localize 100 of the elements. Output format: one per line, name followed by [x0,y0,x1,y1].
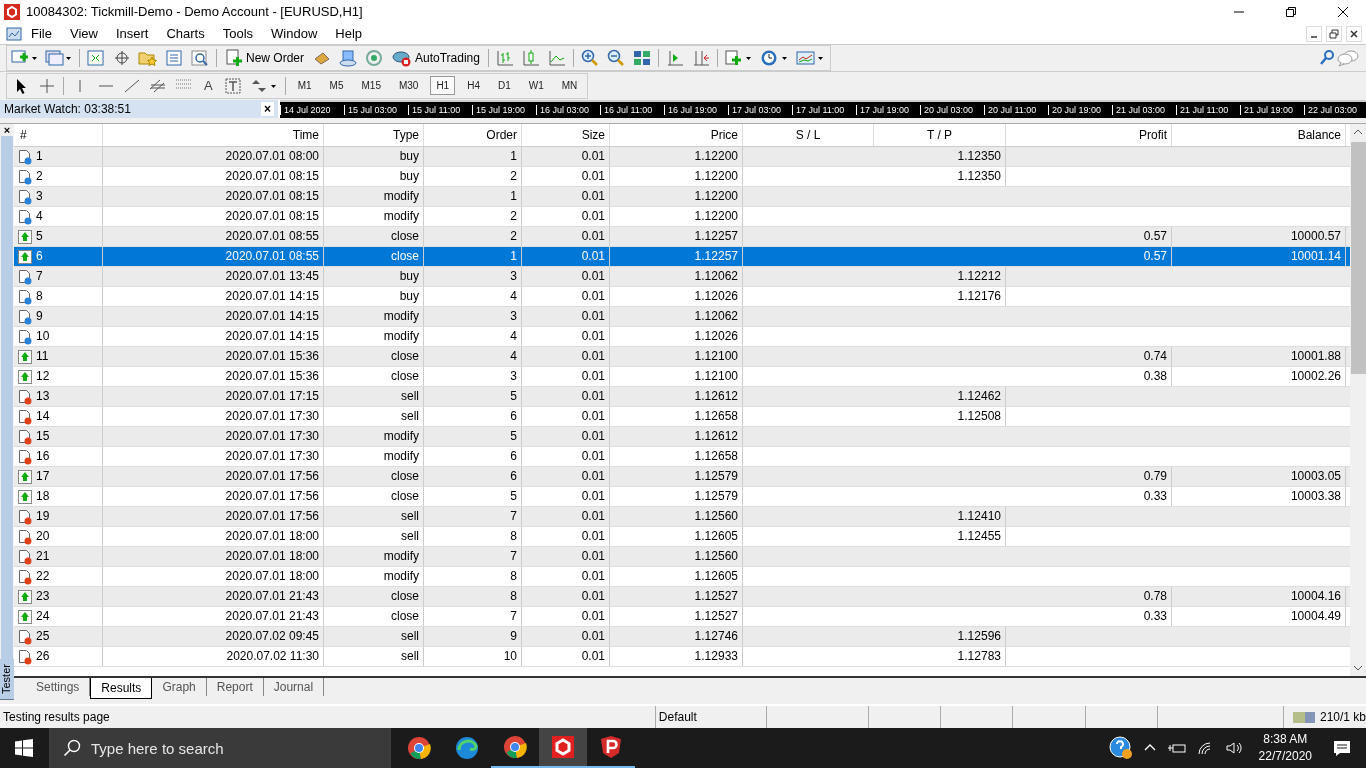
edge-browser-icon[interactable] [455,736,479,760]
table-row[interactable]: 23 2020.07.01 21:43 close 8 0.01 1.12527 0.78 10004.16 [14,587,1350,607]
table-cell-text: 13 [36,388,50,405]
column-header[interactable]: Size [522,124,610,146]
tab[interactable]: Results [90,678,153,699]
tab[interactable]: Report [206,678,264,696]
battery-plug-icon[interactable] [1166,741,1187,755]
table-cell: close [324,227,424,246]
table-row[interactable]: 3 2020.07.01 08:15 modify 1 0.01 1.12200 [14,187,1350,207]
column-header[interactable]: S / L [743,124,874,146]
timeframe-button[interactable]: M5 [323,76,350,95]
auto-trading-button[interactable]: AutoTrading [390,49,482,67]
server-icon[interactable] [338,49,358,67]
table-cell: 0.01 [522,567,610,586]
clock-date[interactable]: 22/7/2020 [1258,748,1312,765]
table-row[interactable]: 17 2020.07.01 17:56 close 6 0.01 1.12579 0.79 10003.05 [14,467,1350,487]
minimize-icon[interactable] [1306,25,1322,42]
menu-item[interactable]: View [60,26,107,41]
text-tool[interactable]: A [200,78,217,93]
table-cell-text: 1 [36,148,43,165]
table-cell: 1.12658 [610,447,743,466]
column-header[interactable]: Order [424,124,522,146]
timeframe-button[interactable]: H1 [430,76,456,95]
timeframe-button[interactable]: D1 [492,76,517,95]
indicators-icon[interactable] [723,49,754,67]
table-row[interactable]: 19 2020.07.01 17:56 sell 7 0.01 1.12560 1.12410 [14,507,1350,527]
table-cell-text: 24 [36,608,50,625]
folder-star-icon[interactable] [138,49,158,67]
table-row[interactable]: 26 2020.07.02 11:30 sell 10 0.01 1.12933 1.12783 [14,647,1350,667]
table-row[interactable]: 25 2020.07.02 09:45 sell 9 0.01 1.12746 1.12596 [14,627,1350,647]
windows-start-icon[interactable] [15,739,33,757]
table-row[interactable]: 6 2020.07.01 08:55 close 1 0.01 1.12257 0.57 10001.14 [14,247,1350,267]
tab[interactable]: Graph [152,678,207,696]
help-icon[interactable] [1108,736,1133,760]
menu-item[interactable]: Charts [157,26,214,41]
candlestick-icon[interactable] [520,49,541,67]
column-header[interactable]: Price [610,124,743,146]
browser-icon[interactable] [407,736,431,760]
close-icon[interactable] [1337,5,1349,18]
profiles-icon[interactable] [45,49,73,67]
table-row[interactable]: 11 2020.07.01 15:36 close 4 0.01 1.12100 0.74 10001.88 [14,347,1350,367]
column-header[interactable]: # [14,124,103,146]
table-cell: 5 [424,387,522,406]
timeframe-button[interactable]: H4 [461,76,486,95]
column-header[interactable]: Time [103,124,324,146]
crosshair-icon[interactable] [112,49,132,67]
text-label-icon[interactable] [222,76,243,95]
menu-item[interactable]: Help [326,26,372,41]
table-row[interactable]: 1 2020.07.01 08:00 buy 1 0.01 1.12200 1.12350 [14,147,1350,167]
search-field[interactable]: Type here to search [49,728,391,768]
search-icon[interactable] [1318,49,1336,67]
scroll-thumb[interactable] [1350,142,1366,374]
menu-item[interactable]: Window [262,26,327,41]
tile-windows-icon[interactable] [631,49,652,67]
speaker-icon[interactable] [1224,741,1245,755]
zoom-in-icon[interactable] [579,49,600,67]
column-header[interactable]: T / P [874,124,1006,146]
table-cell-text: 15 [36,428,50,445]
notifications-icon[interactable] [1332,738,1352,758]
table-cell: 0.57 [1006,247,1172,266]
table-cell: 0.01 [522,367,610,386]
tester-icon[interactable] [190,49,210,67]
templates-icon[interactable] [795,49,826,67]
signal-icon[interactable] [364,49,384,67]
clock-icon[interactable] [759,49,790,67]
timeframe-button[interactable]: M1 [291,76,318,95]
table-row[interactable]: 13 2020.07.01 17:15 sell 5 0.01 1.12612 1.12462 [14,387,1350,407]
table-row[interactable]: 9 2020.07.01 14:15 modify 3 0.01 1.12062 [14,307,1350,327]
table-cell: 7 [424,547,522,566]
trading-app-icon[interactable] [551,735,575,759]
market-watch-icon[interactable] [86,49,106,67]
table-row[interactable]: 7 2020.07.01 13:45 buy 3 0.01 1.12062 1.12212 [14,267,1350,287]
close-button[interactable]: × [261,102,274,116]
column-header[interactable]: Balance [1172,124,1346,146]
timeframe-button[interactable]: M30 [392,76,425,95]
time-label: 16 Jul 11:00 [600,105,664,115]
table-cell: 6 [424,407,522,426]
menu-item[interactable]: Insert [106,26,158,41]
column-header[interactable]: Type [324,124,424,146]
menu-item[interactable]: Tools [213,26,263,41]
restore-icon[interactable] [1285,5,1297,18]
table-cell: 4 [424,327,522,346]
table-cell-text: 26 [36,648,50,665]
table-row[interactable]: 21 2020.07.01 18:00 modify 7 0.01 1.12560 [14,547,1350,567]
zoom-out-icon[interactable] [605,49,626,67]
column-header[interactable]: Profit [1006,124,1172,146]
close-button[interactable]: × [3,124,11,136]
menu-item[interactable]: File [22,26,61,41]
table-row[interactable]: 15 2020.07.01 17:30 modify 5 0.01 1.12612 [14,427,1350,447]
table-cell: 1.12783 [874,647,1006,666]
new-order-button[interactable]: New Order [223,49,306,67]
browser-icon[interactable] [503,735,527,759]
timeframe-button[interactable]: M15 [355,76,387,95]
timeframe-button[interactable]: W1 [522,76,550,95]
p-shield-icon[interactable] [599,735,623,759]
clock-time[interactable]: 8:38 AM [1263,731,1308,748]
table-cell: 0.01 [522,587,610,606]
table-row[interactable]: 5 2020.07.01 08:55 close 2 0.01 1.12257 0.57 10000.57 [14,227,1350,247]
tab[interactable]: Journal [263,678,325,696]
timeframe-button[interactable]: MN [555,76,584,95]
